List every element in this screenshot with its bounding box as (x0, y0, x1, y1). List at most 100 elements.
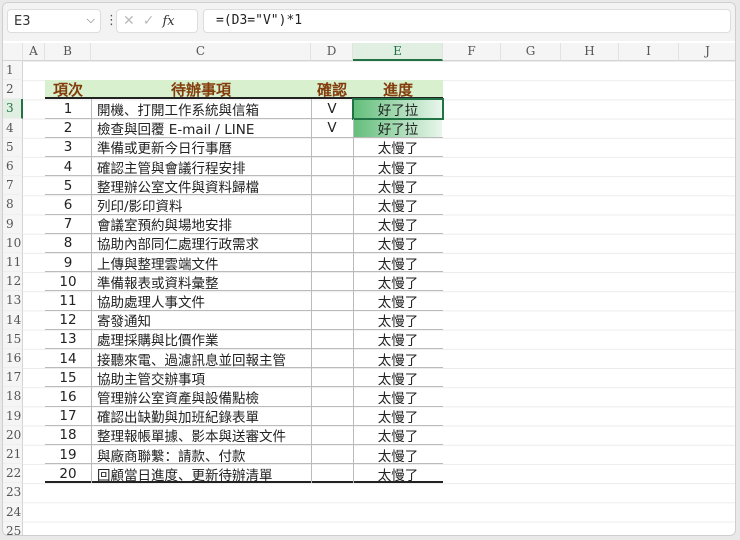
progress-status-cell[interactable]: 太慢了 (353, 291, 443, 311)
row-header-10[interactable]: 10 (3, 233, 23, 253)
row-header-7[interactable]: 7 (3, 176, 23, 196)
task-name-cell[interactable]: 準備報表或資料彙整 (91, 272, 311, 292)
confirm-mark-cell[interactable] (311, 426, 353, 445)
row-header-20[interactable]: 20 (3, 425, 23, 445)
confirm-mark-cell[interactable] (311, 195, 353, 214)
task-name-cell[interactable]: 確認主管與會議行程安排 (91, 157, 311, 177)
confirm-mark-cell[interactable] (311, 407, 353, 426)
task-name-cell[interactable]: 準備或更新今日行事曆 (91, 138, 311, 157)
row-header-19[interactable]: 19 (3, 406, 23, 426)
row-header-1[interactable]: 1 (3, 61, 23, 81)
progress-status-cell[interactable]: 太慢了 (353, 426, 443, 445)
column-header-A[interactable]: A (23, 43, 45, 61)
cancel-icon[interactable]: ✕ (123, 13, 135, 29)
progress-status-cell[interactable]: 太慢了 (353, 176, 443, 196)
confirm-mark-cell[interactable] (311, 464, 353, 483)
row-header-18[interactable]: 18 (3, 387, 23, 407)
task-name-cell[interactable]: 上傳與整理雲端文件 (91, 253, 311, 273)
confirm-mark-cell[interactable]: V (311, 99, 353, 118)
item-number-cell[interactable]: 16 (45, 387, 91, 406)
column-header-C[interactable]: C (91, 43, 311, 61)
insert-function-button[interactable]: fx (162, 14, 174, 29)
item-number-cell[interactable]: 14 (45, 349, 91, 368)
chevron-down-icon[interactable]: ⌵ (87, 13, 95, 27)
column-header-J[interactable]: J (679, 43, 735, 61)
item-number-cell[interactable]: 5 (45, 176, 91, 195)
item-number-cell[interactable]: 7 (45, 215, 91, 234)
row-header-6[interactable]: 6 (3, 157, 23, 177)
item-number-cell[interactable]: 12 (45, 311, 91, 330)
item-number-cell[interactable]: 19 (45, 445, 91, 464)
confirm-mark-cell[interactable] (311, 215, 353, 234)
progress-status-cell[interactable]: 太慢了 (353, 464, 443, 484)
confirm-mark-cell[interactable] (311, 349, 353, 368)
row-header-15[interactable]: 15 (3, 329, 23, 349)
progress-status-cell[interactable]: 太慢了 (353, 157, 443, 177)
task-name-cell[interactable]: 列印/影印資料 (91, 195, 311, 215)
progress-status-cell[interactable]: 太慢了 (353, 445, 443, 465)
progress-status-cell[interactable]: 太慢了 (353, 407, 443, 426)
select-all-corner[interactable] (3, 43, 23, 61)
item-number-cell[interactable]: 2 (45, 119, 91, 138)
progress-status-cell[interactable]: 太慢了 (353, 253, 443, 273)
progress-status-cell[interactable]: 太慢了 (353, 234, 443, 253)
column-header-F[interactable]: F (443, 43, 501, 61)
row-header-9[interactable]: 9 (3, 214, 23, 234)
column-header-E[interactable]: E (353, 43, 443, 61)
item-number-cell[interactable]: 11 (45, 291, 91, 310)
item-number-cell[interactable]: 6 (45, 195, 91, 214)
row-header-16[interactable]: 16 (3, 349, 23, 369)
confirm-mark-cell[interactable] (311, 311, 353, 330)
row-header-24[interactable]: 24 (3, 502, 23, 522)
task-name-cell[interactable]: 確認出缺勤與加班紀錄表單 (91, 407, 311, 426)
enter-icon[interactable]: ✓ (143, 13, 155, 29)
task-name-cell[interactable]: 處理採購與比價作業 (91, 330, 311, 349)
confirm-mark-cell[interactable] (311, 330, 353, 349)
item-number-cell[interactable]: 4 (45, 157, 91, 176)
task-name-cell[interactable]: 接聽來電、過濾訊息並回報主管 (91, 349, 311, 369)
column-header-H[interactable]: H (561, 43, 619, 61)
formula-input[interactable]: =(D3="V")*1 (203, 9, 731, 33)
row-header-2[interactable]: 2 (3, 80, 23, 100)
confirm-mark-cell[interactable]: V (311, 119, 353, 138)
row-header-17[interactable]: 17 (3, 368, 23, 388)
task-name-cell[interactable]: 整理報帳單據、影本與送審文件 (91, 426, 311, 445)
progress-status-cell[interactable]: 太慢了 (353, 368, 443, 388)
column-header-D[interactable]: D (311, 43, 353, 61)
task-name-cell[interactable]: 與廠商聯繫：請款、付款 (91, 445, 311, 465)
row-header-5[interactable]: 5 (3, 137, 23, 157)
progress-status-cell[interactable]: 太慢了 (353, 311, 443, 330)
item-number-cell[interactable]: 1 (45, 99, 91, 118)
progress-status-cell[interactable]: 太慢了 (353, 387, 443, 407)
confirm-mark-cell[interactable] (311, 272, 353, 291)
row-header-12[interactable]: 12 (3, 272, 23, 292)
item-number-cell[interactable]: 3 (45, 138, 91, 157)
confirm-mark-cell[interactable] (311, 368, 353, 387)
item-number-cell[interactable]: 9 (45, 253, 91, 272)
confirm-mark-cell[interactable] (311, 291, 353, 310)
row-header-23[interactable]: 23 (3, 483, 23, 503)
progress-status-cell[interactable]: 好了拉 (354, 119, 442, 137)
row-header-13[interactable]: 13 (3, 291, 23, 311)
row-header-3[interactable]: 3 (3, 99, 23, 119)
item-number-cell[interactable]: 15 (45, 368, 91, 387)
task-name-cell[interactable]: 整理辦公室文件與資料歸檔 (91, 176, 311, 196)
task-name-cell[interactable]: 回顧當日進度、更新待辦清單 (91, 464, 311, 484)
task-name-cell[interactable]: 開機、打開工作系統與信箱 (91, 99, 311, 119)
progress-status-cell[interactable]: 太慢了 (353, 272, 443, 292)
item-number-cell[interactable]: 8 (45, 234, 91, 253)
item-number-cell[interactable]: 17 (45, 407, 91, 426)
row-header-21[interactable]: 21 (3, 445, 23, 465)
name-box[interactable]: E3 ⌵ (7, 9, 101, 33)
confirm-mark-cell[interactable] (311, 387, 353, 406)
column-header-G[interactable]: G (501, 43, 561, 61)
confirm-mark-cell[interactable] (311, 445, 353, 464)
item-number-cell[interactable]: 10 (45, 272, 91, 291)
task-name-cell[interactable]: 會議室預約與場地安排 (91, 215, 311, 234)
confirm-mark-cell[interactable] (311, 138, 353, 157)
row-header-14[interactable]: 14 (3, 310, 23, 330)
task-name-cell[interactable]: 協助主管交辦事項 (91, 368, 311, 388)
task-name-cell[interactable]: 協助內部同仁處理行政需求 (91, 234, 311, 253)
progress-status-cell[interactable]: 太慢了 (353, 215, 443, 234)
progress-status-cell[interactable]: 太慢了 (353, 330, 443, 349)
